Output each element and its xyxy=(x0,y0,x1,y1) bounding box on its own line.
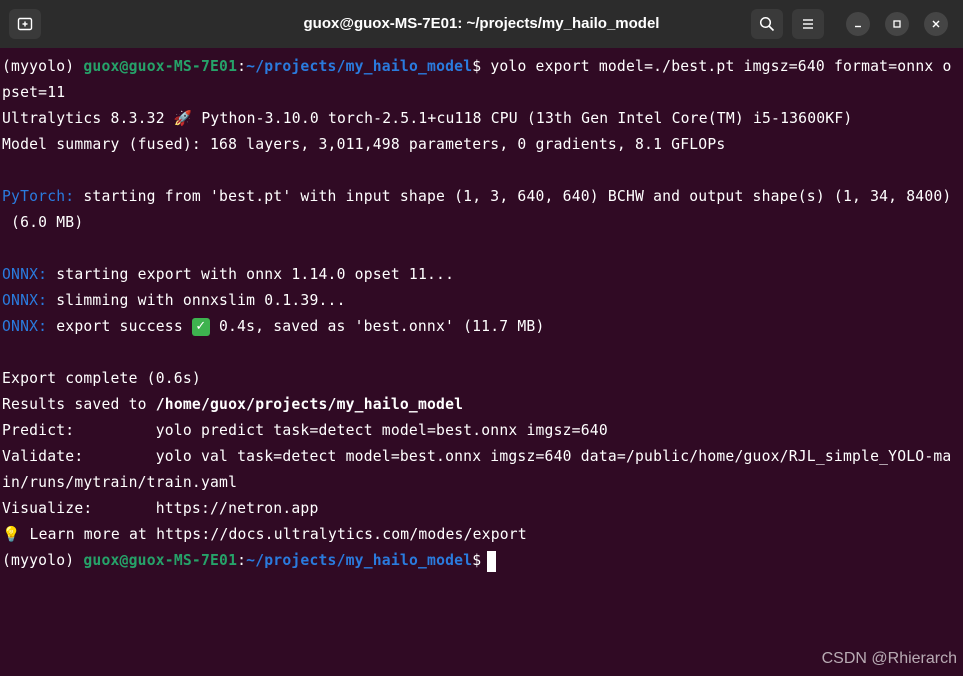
active-prompt-line[interactable]: (myyolo) guox@guox-MS-7E01:~/projects/my… xyxy=(2,548,963,574)
command-line: (myyolo) guox@guox-MS-7E01:~/projects/my… xyxy=(2,54,963,80)
watermark: CSDN @Rhierarch xyxy=(821,650,957,667)
model-summary-line: Model summary (fused): 168 layers, 3,011… xyxy=(2,136,726,153)
results-line: Results saved to /home/guox/projects/my_… xyxy=(2,392,963,418)
ultralytics-env: Python-3.10.0 torch-2.5.1+cu118 CPU (13t… xyxy=(192,110,853,127)
prompt-env: (myyolo) xyxy=(2,552,84,569)
pytorch-text: starting from 'best.pt' with input shape… xyxy=(74,188,952,205)
minimize-button[interactable] xyxy=(846,12,870,36)
rocket-icon: 🚀 xyxy=(173,110,193,127)
learn-more-text: Learn more at https://docs.ultralytics.c… xyxy=(20,526,527,543)
prompt-user-host: guox@guox-MS-7E01 xyxy=(83,58,238,75)
terminal-window: guox@guox-MS-7E01: ~/projects/my_hailo_m… xyxy=(0,0,963,676)
terminal-output[interactable]: (myyolo) guox@guox-MS-7E01:~/projects/my… xyxy=(0,48,963,676)
onnx-text: export success xyxy=(47,318,192,335)
maximize-icon xyxy=(893,20,901,28)
close-button[interactable] xyxy=(924,12,948,36)
prompt-dollar: $ xyxy=(472,552,482,569)
onnx-text: starting export with onnx 1.14.0 opset 1… xyxy=(47,266,455,283)
pytorch-tag: PyTorch: xyxy=(2,188,75,205)
prompt-path: ~/projects/my_hailo_model xyxy=(246,58,473,75)
prompt-user-host: guox@guox-MS-7E01 xyxy=(83,552,238,569)
ultralytics-info-line: Ultralytics 8.3.32 🚀 Python-3.10.0 torch… xyxy=(2,106,963,132)
prompt-colon: : xyxy=(237,58,247,75)
onnx-line-3: ONNX: export success ✓ 0.4s, saved as 'b… xyxy=(2,314,963,340)
minimize-icon xyxy=(855,25,861,28)
visualize-line: Visualize: https://netron.app xyxy=(2,500,319,517)
text-cursor xyxy=(487,550,497,572)
learn-more-line: 💡 Learn more at https://docs.ultralytics… xyxy=(2,522,963,548)
pytorch-line: PyTorch: starting from 'best.pt' with in… xyxy=(2,184,963,210)
ultralytics-version: Ultralytics 8.3.32 xyxy=(2,110,174,127)
onnx-text: slimming with onnxslim 0.1.39... xyxy=(47,292,346,309)
title-bar: guox@guox-MS-7E01: ~/projects/my_hailo_m… xyxy=(0,0,963,48)
validate-line: Validate: yolo val task=detect model=bes… xyxy=(2,448,952,465)
onnx-line-1: ONNX: starting export with onnx 1.14.0 o… xyxy=(2,262,963,288)
onnx-text: 0.4s, saved as 'best.onnx' (11.7 MB) xyxy=(209,318,545,335)
onnx-tag: ONNX: xyxy=(2,266,48,283)
prompt-path: ~/projects/my_hailo_model xyxy=(246,552,473,569)
new-tab-icon xyxy=(17,17,33,31)
command-text: yolo export model=./best.pt imgsz=640 fo… xyxy=(481,58,952,75)
search-button[interactable] xyxy=(751,9,783,39)
onnx-line-2: ONNX: slimming with onnxslim 0.1.39... xyxy=(2,288,963,314)
light-bulb-icon: 💡 xyxy=(2,526,21,543)
new-tab-button[interactable] xyxy=(9,9,41,39)
check-mark-icon: ✓ xyxy=(191,318,210,336)
results-path: /home/guox/projects/my_hailo_model xyxy=(155,396,464,413)
search-icon xyxy=(759,16,775,32)
onnx-tag: ONNX: xyxy=(2,292,48,309)
prompt-dollar: $ xyxy=(472,58,482,75)
command-wrap-line: pset=11 xyxy=(2,84,66,101)
maximize-button[interactable] xyxy=(885,12,909,36)
prompt-colon: : xyxy=(237,552,247,569)
results-label: Results saved to xyxy=(2,396,156,413)
pytorch-wrap-line: (6.0 MB) xyxy=(2,214,84,231)
predict-line: Predict: yolo predict task=detect model=… xyxy=(2,422,608,439)
menu-button[interactable] xyxy=(792,9,824,39)
validate-wrap-line: in/runs/mytrain/train.yaml xyxy=(2,474,238,491)
export-complete-line: Export complete (0.6s) xyxy=(2,370,201,387)
hamburger-menu-icon xyxy=(803,19,813,29)
close-icon xyxy=(932,20,940,28)
onnx-tag: ONNX: xyxy=(2,318,48,335)
prompt-env: (myyolo) xyxy=(2,58,84,75)
